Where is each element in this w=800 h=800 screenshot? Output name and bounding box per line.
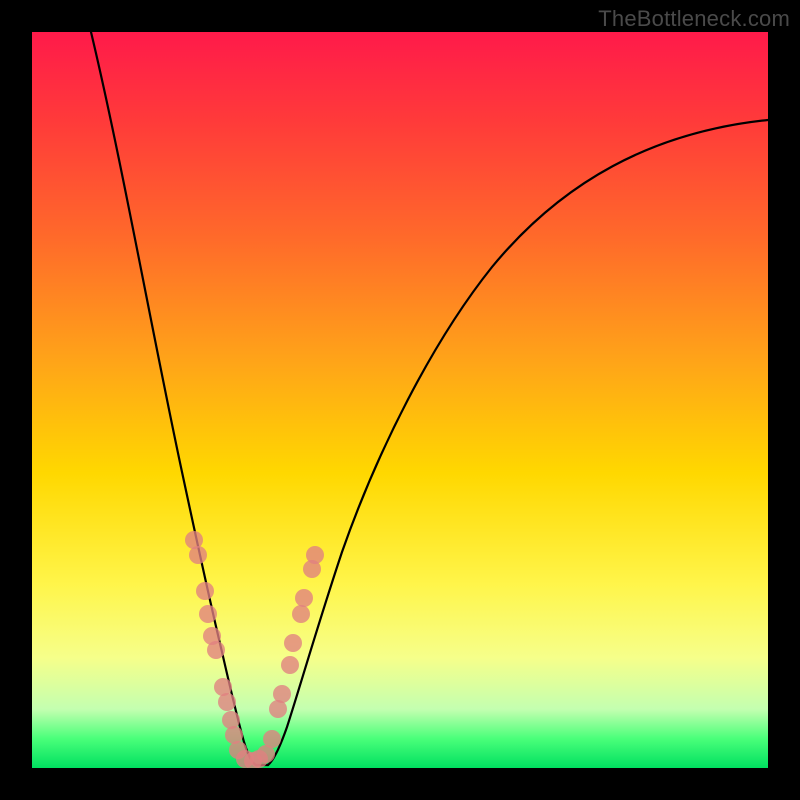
curve-left xyxy=(91,32,256,765)
curve-right xyxy=(268,120,768,765)
bottleneck-curve xyxy=(32,32,768,768)
watermark-text: TheBottleneck.com xyxy=(598,6,790,32)
chart-frame: TheBottleneck.com xyxy=(0,0,800,800)
highlight-points-left xyxy=(185,531,243,744)
plot-area xyxy=(32,32,768,768)
